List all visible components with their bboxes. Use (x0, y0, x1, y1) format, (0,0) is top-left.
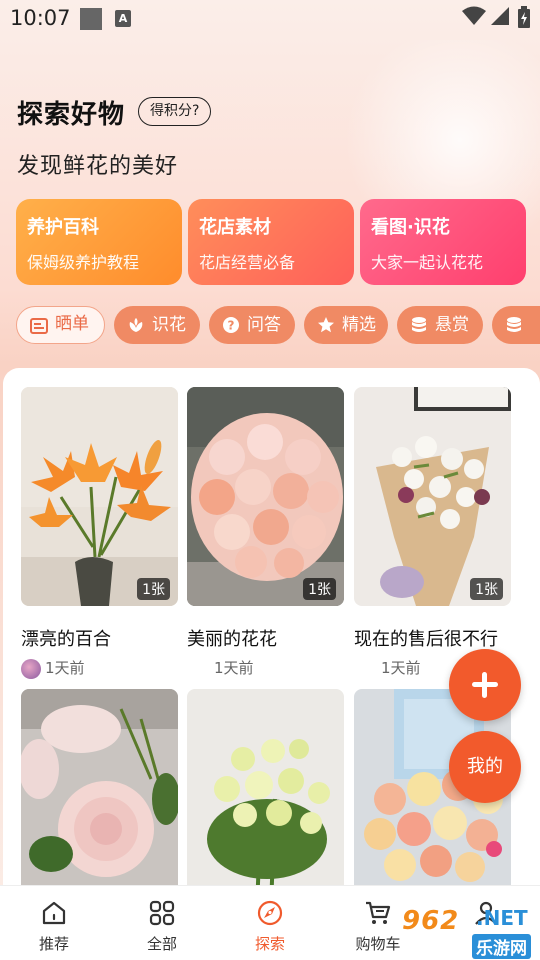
status-bar: 10:07 A (0, 0, 540, 36)
star-icon (318, 317, 334, 333)
avatar (21, 658, 41, 679)
post-feed: 1张 漂亮的百合 1天前 1张 美丽的花花 1天前 1张 现在的售后很不行 1天… (3, 368, 540, 888)
wifi-icon (462, 6, 486, 25)
post-card[interactable]: 1张 漂亮的百合 1天前 (21, 387, 178, 687)
nav-label: 全部 (146, 935, 177, 953)
post-card[interactable] (187, 689, 344, 888)
get-points-button[interactable]: 得积分? (138, 97, 212, 126)
nav-label: 探索 (254, 935, 285, 953)
card-subtitle: 大家一起认花花 (371, 253, 484, 272)
page-title: 探索好物 (17, 100, 126, 130)
card-subtitle: 花店经营必备 (199, 253, 296, 272)
app-notification-icon: A (115, 10, 131, 27)
page-subtitle: 发现鲜花的美好 (17, 154, 179, 179)
chip-featured[interactable]: 精选 (304, 306, 388, 344)
chip-qa[interactable]: ? 问答 (209, 306, 295, 344)
grid-icon (149, 900, 175, 926)
card-subtitle: 保姆级养护教程 (27, 253, 140, 272)
signal-icon (491, 7, 509, 25)
notification-icon (80, 8, 102, 30)
post-title: 现在的售后很不行 (354, 629, 498, 650)
card-title: 花店素材 (199, 217, 271, 238)
post-image-ranunculus[interactable] (187, 689, 344, 888)
card-title: 看图·识花 (371, 217, 450, 238)
card-shop-materials[interactable]: 花店素材 花店经营必备 (188, 199, 354, 285)
post-image-carnations[interactable]: 1张 (354, 387, 511, 606)
post-meta: 1天前 (187, 657, 254, 678)
chip-more[interactable] (492, 306, 540, 344)
chip-identify[interactable]: 识花 (114, 306, 200, 344)
card-title: 养护百科 (27, 217, 99, 238)
post-card[interactable] (21, 689, 178, 888)
post-title: 美丽的花花 (187, 629, 277, 650)
post-card[interactable]: 1张 美丽的花花 1天前 (187, 387, 344, 687)
battery-icon (518, 6, 530, 28)
chip-bounty[interactable]: 悬赏 (397, 306, 483, 344)
post-meta: 1天前 (354, 657, 421, 678)
post-title: 漂亮的百合 (21, 629, 111, 650)
image-count-badge: 1张 (470, 578, 503, 600)
coins-icon (507, 317, 521, 332)
image-count-badge: 1张 (303, 578, 336, 600)
chip-show-order[interactable]: 晒单 (16, 306, 105, 344)
watermark-tld: .NET (476, 906, 528, 930)
post-card[interactable]: 1张 现在的售后很不行 1天前 (354, 387, 511, 687)
site-watermark-logo: 962 .NET 乐游网 (398, 906, 540, 960)
post-time: 1天前 (214, 659, 254, 677)
post-time: 1天前 (45, 659, 85, 677)
chip-label: 悬赏 (435, 315, 469, 335)
question-icon: ? (223, 317, 239, 333)
chip-label: 识花 (152, 315, 186, 335)
post-image-pink-rose[interactable] (21, 689, 178, 888)
status-time: 10:07 (10, 6, 71, 30)
nav-label: 推荐 (38, 935, 69, 953)
card-care-encyclopedia[interactable]: 养护百科 保姆级养护教程 (16, 199, 182, 285)
flower-icon (129, 318, 143, 332)
post-image-lily[interactable]: 1张 (21, 387, 178, 606)
coins-icon (412, 317, 426, 332)
nav-recommend[interactable]: 推荐 (14, 886, 94, 960)
explore-icon (257, 900, 283, 926)
watermark-site: 乐游网 (472, 934, 531, 959)
nav-explore[interactable]: 探索 (230, 886, 310, 960)
chip-label: 精选 (342, 315, 376, 335)
svg-text:?: ? (228, 319, 235, 333)
my-posts-button[interactable]: 我的 (449, 731, 521, 803)
post-meta: 1天前 (21, 657, 85, 679)
image-count-badge: 1张 (137, 578, 170, 600)
home-icon (42, 901, 66, 925)
watermark-brand: 962 (402, 906, 460, 936)
filter-chips: 晒单 识花 ? 问答 精选 悬赏 (0, 306, 540, 346)
photo-icon (30, 318, 48, 334)
cart-icon (366, 901, 391, 924)
add-post-button[interactable] (449, 649, 521, 721)
post-time: 1天前 (381, 659, 421, 677)
chip-label: 晒单 (55, 314, 89, 334)
nav-all[interactable]: 全部 (122, 886, 202, 960)
card-identify-flower[interactable]: 看图·识花 大家一起认花花 (360, 199, 526, 285)
post-image-roses[interactable]: 1张 (187, 387, 344, 606)
chip-label: 问答 (247, 315, 281, 335)
